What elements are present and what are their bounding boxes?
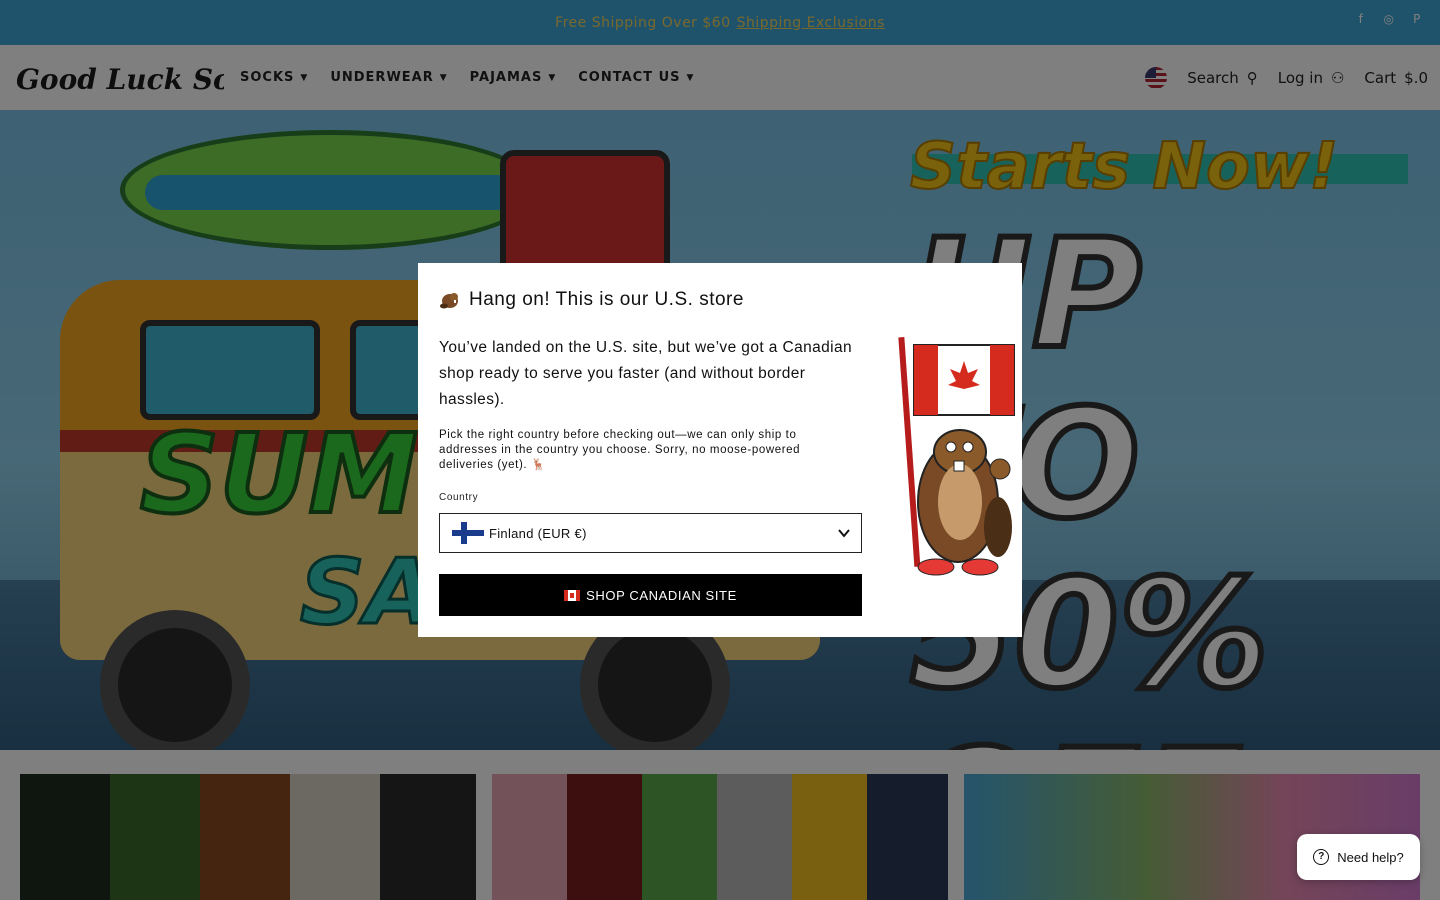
modal-title-text: Hang on! This is our U.S. store (469, 289, 744, 310)
help-icon: ? (1313, 849, 1330, 865)
finland-flag-icon (452, 522, 484, 544)
modal-lead-text: You’ve landed on the U.S. site, but we’v… (439, 339, 853, 408)
modal-note-text: Pick the right country before checking o… (439, 429, 801, 471)
chevron-down-icon (838, 529, 850, 538)
shop-canadian-site-button[interactable]: SHOP CANADIAN SITE (439, 574, 862, 616)
country-select[interactable]: Finland (EUR €) (439, 513, 862, 553)
beaver-icon (440, 293, 458, 309)
canada-flag-icon (564, 589, 581, 601)
country-select-value: Finland (EUR €) (489, 525, 587, 541)
beaver-hockey-mascot-image (898, 337, 1015, 576)
need-help-button[interactable]: ? Need help? (1297, 834, 1420, 880)
country-label: Country (439, 492, 479, 503)
need-help-label: Need help? (1337, 849, 1404, 865)
modal-title: Hang on! This is our U.S. store (439, 289, 744, 311)
country-modal: Hang on! This is our U.S. store You’ve l… (418, 263, 1022, 637)
shop-button-label: SHOP CANADIAN SITE (586, 587, 737, 603)
